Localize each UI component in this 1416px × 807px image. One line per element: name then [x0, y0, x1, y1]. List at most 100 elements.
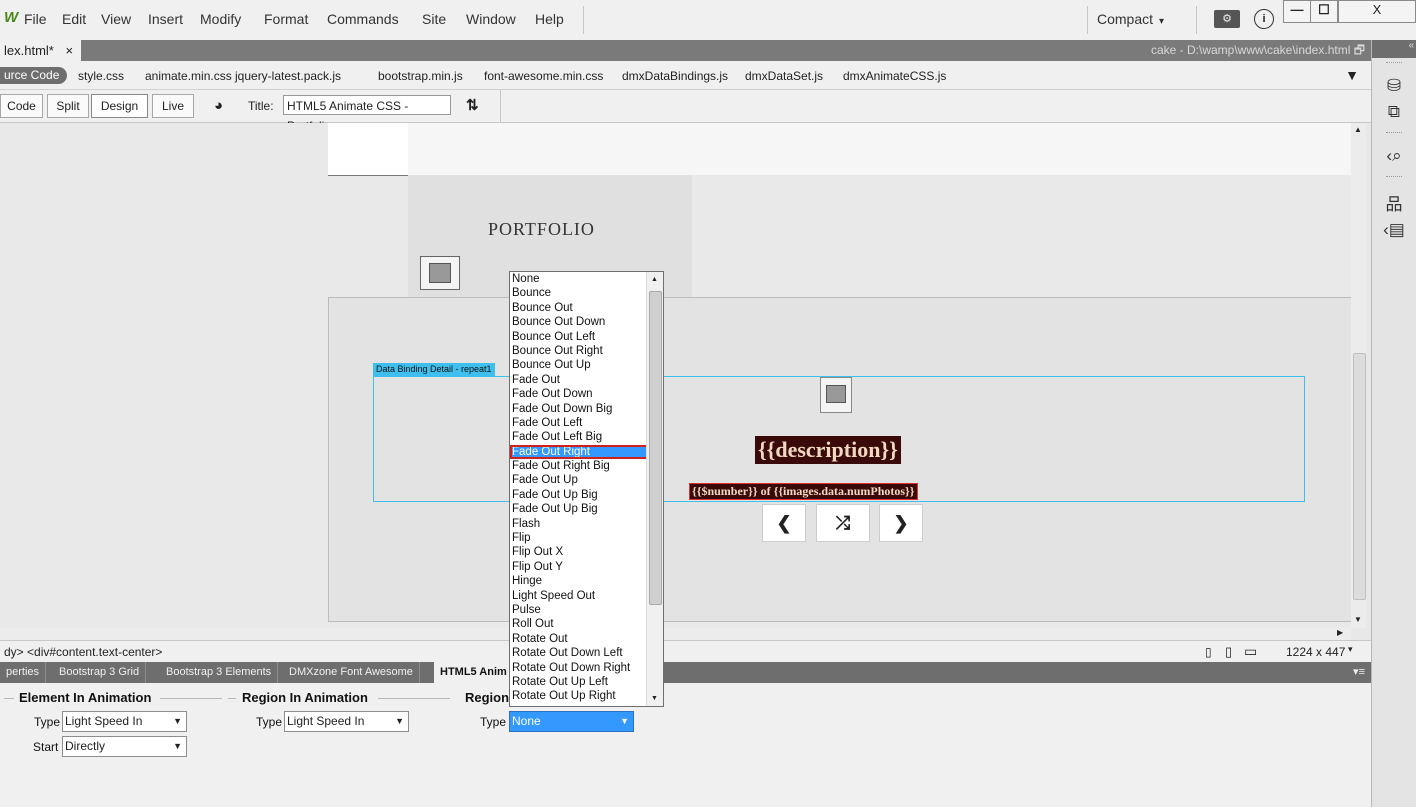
dropdown-option[interactable]: Fade Out Up Big	[510, 488, 663, 502]
code-inspect-icon[interactable]: ‹⌕	[1383, 146, 1405, 168]
dropdown-option[interactable]: Rotate Out Down Right	[510, 661, 663, 675]
canvas-vertical-scrollbar[interactable]: ▲ ▼	[1351, 123, 1366, 628]
element-in-start-select[interactable]: Directly ▼	[62, 736, 187, 757]
dropdown-option[interactable]: Flip Out X	[510, 545, 663, 559]
scroll-down-icon[interactable]: ▼	[651, 695, 658, 702]
design-canvas[interactable]: PORTFOLIO Data Binding Detail - repeat1 …	[0, 123, 1351, 628]
extensions-icon[interactable]: ⚙	[1214, 10, 1240, 28]
dropdown-option[interactable]: Flash	[510, 517, 663, 531]
dropdown-option[interactable]: Fade Out	[510, 373, 663, 387]
dropdown-option[interactable]: Fade Out Right Big	[510, 459, 663, 473]
region-in-type-select[interactable]: Light Speed In ▼	[284, 711, 409, 732]
related-file[interactable]: style.css	[78, 69, 124, 83]
dropdown-option[interactable]: Rotate Out Up Left	[510, 675, 663, 689]
related-file[interactable]: font-awesome.min.css	[484, 69, 603, 83]
code-view-button[interactable]: Code	[0, 94, 43, 118]
dropdown-option[interactable]: Light Speed Out	[510, 589, 663, 603]
filter-icon[interactable]: ▼	[1345, 67, 1359, 83]
collapse-icon[interactable]: «	[1372, 40, 1416, 58]
workspace-switcher[interactable]: Compact ▾	[1097, 6, 1187, 32]
dropdown-option[interactable]: Pulse	[510, 603, 663, 617]
title-input[interactable]: HTML5 Animate CSS - Portfolio	[283, 95, 451, 133]
window-size[interactable]: 1224 x 447	[1286, 645, 1345, 659]
image-placeholder-icon[interactable]	[420, 256, 460, 290]
menu-format[interactable]: Format	[264, 11, 308, 27]
dropdown-option[interactable]: Hinge	[510, 574, 663, 588]
dropdown-option[interactable]: Fade Out Up Big	[510, 502, 663, 516]
tab-bootstrap-elements[interactable]: Bootstrap 3 Elements	[160, 662, 279, 683]
globe-icon[interactable]: ◕	[214, 97, 223, 114]
menu-file[interactable]: File	[24, 11, 47, 27]
menu-commands[interactable]: Commands	[327, 11, 399, 27]
dropdown-scrollbar[interactable]: ▲ ▼	[646, 272, 663, 706]
source-code-tab[interactable]: urce Code	[0, 67, 68, 84]
sort-icon[interactable]: ⇅	[466, 96, 479, 114]
mobile-size-icon[interactable]: ▯	[1205, 645, 1212, 659]
scroll-up-icon[interactable]: ▲	[1354, 125, 1362, 134]
scroll-right-icon[interactable]: ▶	[1337, 628, 1343, 637]
menu-view[interactable]: View	[101, 11, 131, 27]
maximize-button[interactable]: ☐	[1310, 0, 1338, 23]
related-file[interactable]: jquery-latest.pack.js	[235, 69, 341, 83]
design-view-button[interactable]: Design	[91, 94, 148, 118]
bound-image-icon[interactable]	[820, 377, 852, 413]
dropdown-option[interactable]: Fade Out Down	[510, 387, 663, 401]
database-icon[interactable]: ⛁	[1383, 76, 1405, 98]
scroll-up-icon[interactable]: ▲	[651, 276, 658, 283]
tab-font-awesome[interactable]: DMXzone Font Awesome	[283, 662, 420, 683]
related-file[interactable]: bootstrap.min.js	[378, 69, 463, 83]
tag-selector[interactable]: dy> <div#content.text-center>	[4, 645, 162, 659]
tablet-size-icon[interactable]: ▯	[1225, 644, 1232, 660]
dropdown-option[interactable]: Fade Out Right	[510, 444, 663, 460]
menu-edit[interactable]: Edit	[62, 11, 86, 27]
menu-window[interactable]: Window	[466, 11, 516, 27]
dropdown-option[interactable]: None	[510, 272, 663, 286]
document-tab[interactable]: lex.html* ×	[0, 40, 82, 61]
insert-panel-icon[interactable]: ⧉	[1383, 102, 1405, 124]
dropdown-option[interactable]: Bounce Out	[510, 301, 663, 315]
menu-site[interactable]: Site	[422, 11, 446, 27]
dropdown-option[interactable]: Roll Out	[510, 617, 663, 631]
related-file[interactable]: dmxAnimateCSS.js	[843, 69, 946, 83]
dropdown-option[interactable]: Bounce	[510, 286, 663, 300]
dropdown-option[interactable]: Fade Out Up	[510, 473, 663, 487]
dom-tree-icon[interactable]: 品	[1383, 190, 1405, 214]
menu-modify[interactable]: Modify	[200, 11, 241, 27]
dropdown-option[interactable]: Fade Out Down Big	[510, 402, 663, 416]
dropdown-option[interactable]: Bounce Out Down	[510, 315, 663, 329]
dropdown-option[interactable]: Bounce Out Up	[510, 358, 663, 372]
dropdown-option[interactable]: Bounce Out Right	[510, 344, 663, 358]
chevron-down-icon[interactable]: ▾	[1348, 644, 1353, 655]
tab-properties[interactable]: perties	[0, 662, 47, 683]
related-file[interactable]: animate.min.css	[145, 69, 232, 83]
close-button[interactable]: X	[1338, 0, 1416, 23]
dropdown-option[interactable]: Rotate Out Down Left	[510, 646, 663, 660]
scroll-down-icon[interactable]: ▼	[1354, 615, 1362, 624]
desktop-size-icon[interactable]: ▭	[1244, 643, 1257, 660]
menu-help[interactable]: Help	[535, 11, 564, 27]
close-tab-icon[interactable]: ×	[65, 43, 73, 58]
next-button[interactable]: ❯	[879, 504, 923, 542]
animation-type-dropdown-list[interactable]: None Bounce Bounce Out Bounce Out Down Bounc…	[509, 271, 664, 707]
live-view-button[interactable]: Live	[152, 94, 194, 118]
info-icon[interactable]: i	[1254, 9, 1274, 29]
region-out-type-select[interactable]: None ▼	[509, 711, 634, 732]
dropdown-option[interactable]: Flip	[510, 531, 663, 545]
dropdown-option[interactable]: Rotate Out	[510, 632, 663, 646]
related-file[interactable]: dmxDataBindings.js	[622, 69, 728, 83]
dropdown-option[interactable]: Bounce Out Left	[510, 330, 663, 344]
minimize-button[interactable]: —	[1283, 0, 1311, 23]
tab-bootstrap-grid[interactable]: Bootstrap 3 Grid	[53, 662, 147, 683]
shuffle-button[interactable]: ⤮	[816, 504, 870, 542]
snippets-icon[interactable]: ‹▤	[1383, 220, 1405, 242]
dropdown-option[interactable]: Fade Out Left	[510, 416, 663, 430]
dropdown-option[interactable]: Flip Out Y	[510, 560, 663, 574]
scroll-thumb[interactable]	[649, 291, 662, 605]
related-file[interactable]: dmxDataSet.js	[745, 69, 823, 83]
dropdown-option[interactable]: Rotate Out Up Right	[510, 689, 663, 703]
prev-button[interactable]: ❮	[762, 504, 806, 542]
element-in-type-select[interactable]: Light Speed In ▼	[62, 711, 187, 732]
tab-html5-animate[interactable]: HTML5 Anim	[434, 662, 514, 683]
scroll-thumb[interactable]	[1353, 353, 1366, 600]
split-view-button[interactable]: Split	[47, 94, 89, 118]
